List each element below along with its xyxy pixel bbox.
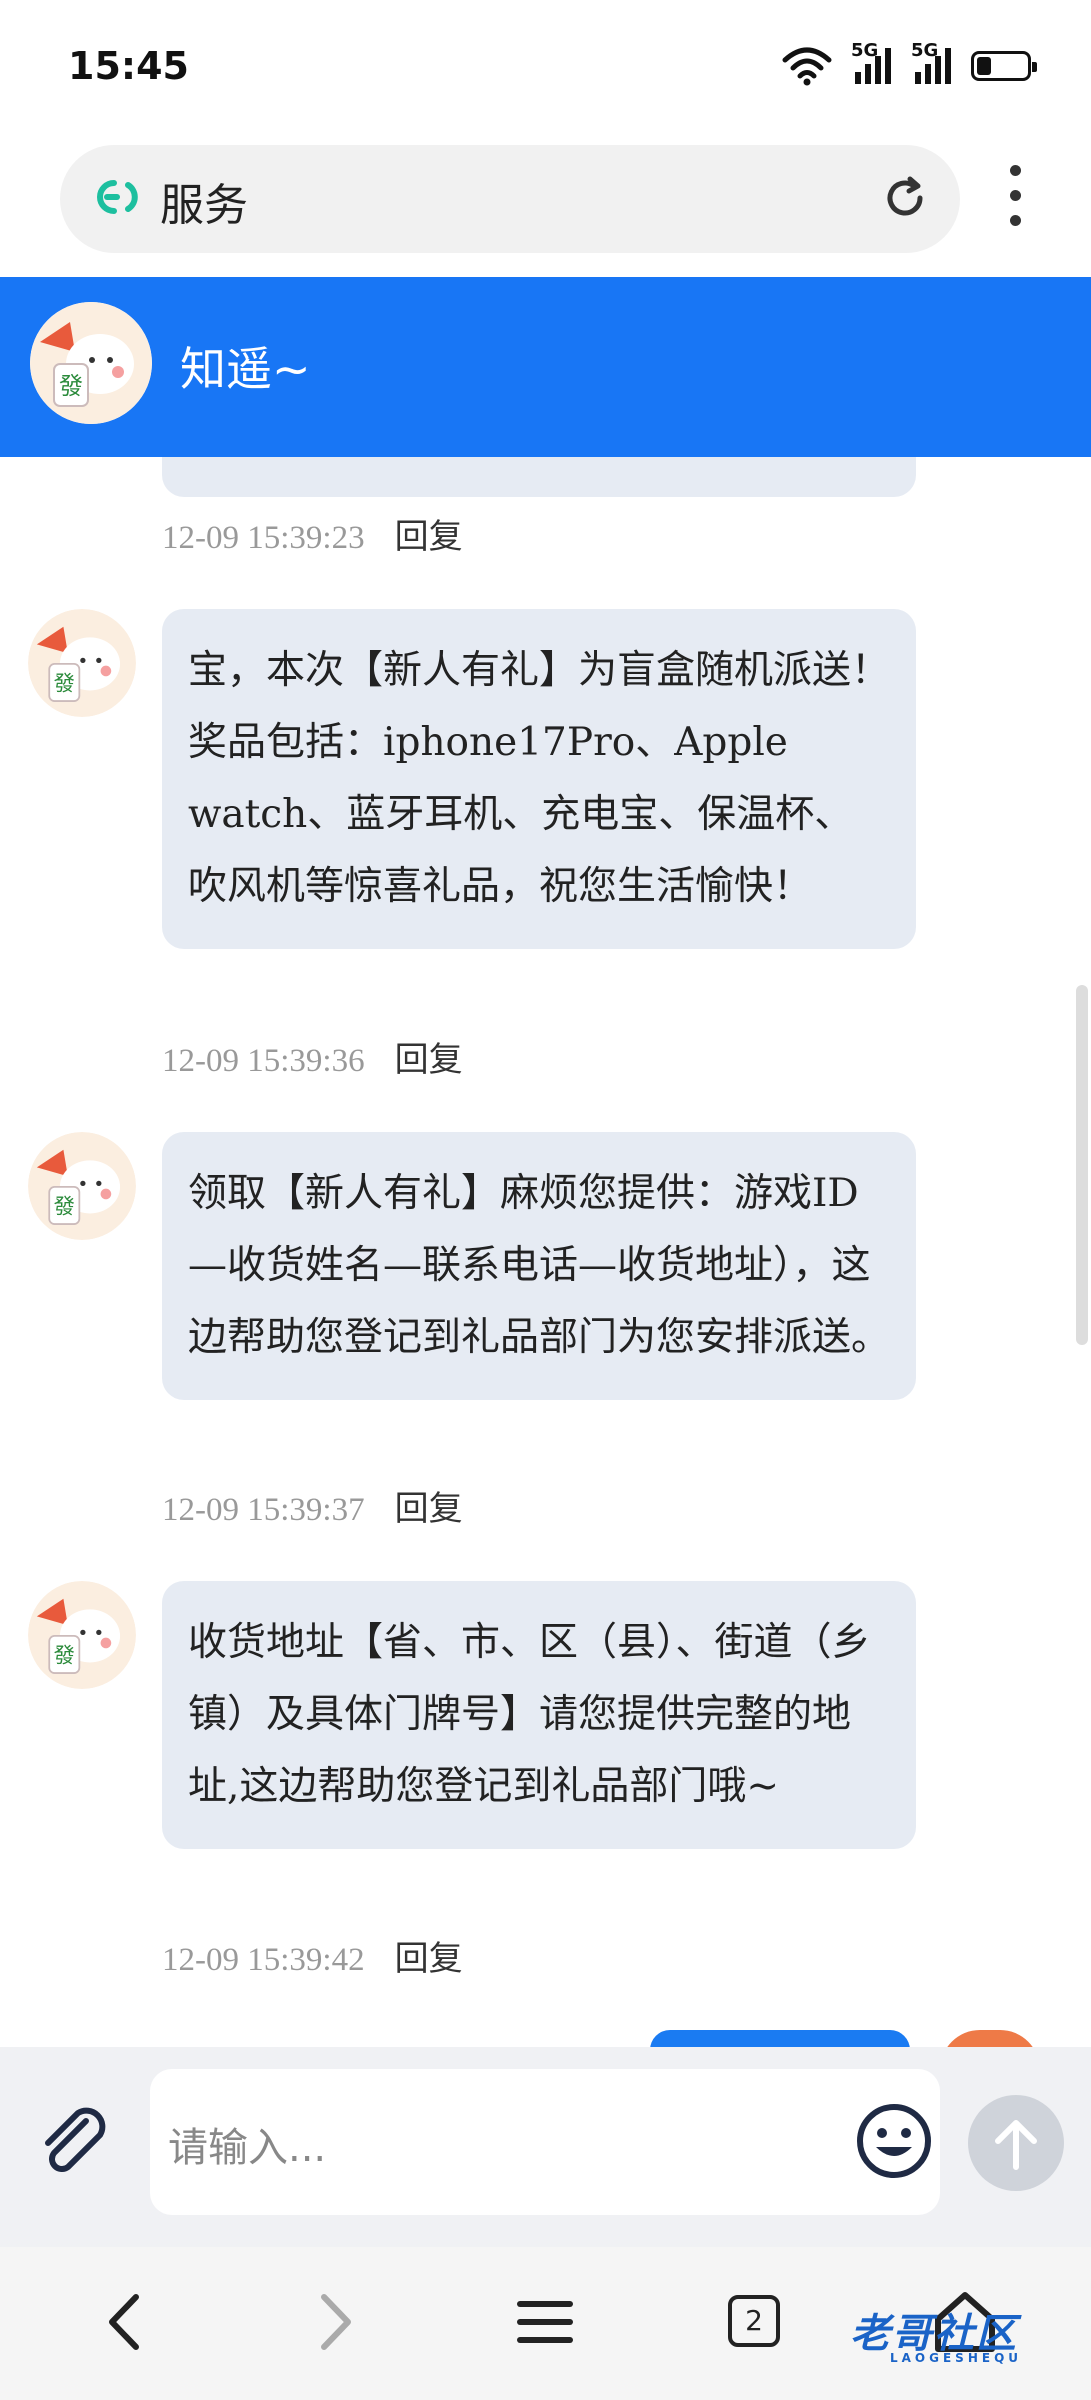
avatar[interactable]: 發 bbox=[28, 1581, 136, 1689]
site-logo-icon bbox=[90, 177, 148, 221]
message-timestamp: 12-09 15:39:36 bbox=[162, 1043, 365, 1079]
svg-text:發: 發 bbox=[54, 1643, 75, 1668]
back-icon[interactable] bbox=[100, 2287, 150, 2361]
input-bar: 请输入... bbox=[0, 2047, 1091, 2247]
avatar[interactable]: 發 bbox=[30, 302, 152, 424]
more-menu-icon[interactable] bbox=[1000, 165, 1030, 235]
menu-icon[interactable] bbox=[515, 2287, 575, 2361]
message-timestamp: 12-09 15:39:42 bbox=[162, 1942, 365, 1978]
message-text: 领取【新人有礼】麻烦您提供：游戏ID—收货姓名—联系电话—收货地址），这边帮助您… bbox=[188, 1171, 891, 1360]
watermark: 老哥社区 LAOGESHEQU bbox=[850, 2301, 1018, 2365]
emoji-icon[interactable] bbox=[854, 2101, 934, 2185]
chat-header: 發 知遥~ bbox=[0, 277, 1091, 457]
message-bubble: 领取【新人有礼】麻烦您提供：游戏ID—收货姓名—联系电话—收货地址），这边帮助您… bbox=[162, 1132, 916, 1400]
avatar[interactable]: 發 bbox=[28, 1132, 136, 1240]
status-bar: 15:45 5G 5G bbox=[0, 0, 1091, 140]
tabs-count: 2 bbox=[728, 2295, 780, 2347]
svg-text:發: 發 bbox=[54, 671, 75, 696]
message-list[interactable]: 12-09 15:39:23 回复 發 宝，本次【新人有礼】为盲盒随机派送！奖品包… bbox=[0, 457, 1091, 2047]
message-bubble bbox=[162, 457, 916, 497]
status-time: 15:45 bbox=[68, 44, 189, 88]
message-text: 宝，本次【新人有礼】为盲盒随机派送！奖品包括：iphone17Pro、Apple… bbox=[188, 648, 891, 909]
message-timestamp: 12-09 15:39:37 bbox=[162, 1492, 365, 1528]
status-icons: 5G 5G bbox=[781, 40, 1037, 86]
reply-button[interactable]: 回复 bbox=[395, 1489, 463, 1529]
reply-button[interactable]: 回复 bbox=[395, 1040, 463, 1080]
message-timestamp: 12-09 15:39:23 bbox=[162, 520, 365, 556]
address-bar[interactable]: 服务 bbox=[60, 145, 960, 253]
forward-icon[interactable] bbox=[310, 2287, 360, 2361]
reload-icon[interactable] bbox=[880, 173, 930, 227]
send-button[interactable] bbox=[968, 2095, 1064, 2191]
reply-button[interactable]: 回复 bbox=[395, 1939, 463, 1979]
message-text: 收货地址【省、市、区（县）、街道（乡镇）及具体门牌号】请您提供完整的地址,这边帮… bbox=[188, 1620, 871, 1809]
message-meta: 12-09 15:39:23 回复 bbox=[162, 509, 463, 558]
message-bubble: 收货地址【省、市、区（县）、街道（乡镇）及具体门牌号】请您提供完整的地址,这边帮… bbox=[162, 1581, 916, 1849]
avatar[interactable]: 發 bbox=[28, 609, 136, 717]
input-placeholder: 请输入... bbox=[168, 2125, 327, 2171]
battery-icon bbox=[971, 51, 1037, 81]
message-meta: 12-09 15:39:37 回复 bbox=[162, 1481, 463, 1530]
watermark-subtext: LAOGESHEQU bbox=[890, 2351, 1023, 2365]
wifi-icon bbox=[781, 46, 833, 86]
signal-icon: 5G bbox=[851, 40, 893, 86]
svg-text:發: 發 bbox=[54, 1194, 75, 1219]
message-bubble: 宝，本次【新人有礼】为盲盒随机派送！奖品包括：iphone17Pro、Apple… bbox=[162, 609, 916, 949]
message-input[interactable]: 请输入... bbox=[150, 2069, 940, 2215]
svg-text:發: 發 bbox=[59, 372, 83, 400]
tabs-button[interactable]: 2 bbox=[728, 2295, 780, 2347]
reply-button[interactable]: 回复 bbox=[395, 517, 463, 557]
message-meta: 12-09 15:39:36 回复 bbox=[162, 1032, 463, 1081]
scrollbar[interactable] bbox=[1076, 985, 1088, 1345]
attachment-icon[interactable] bbox=[34, 2103, 114, 2187]
message-meta: 12-09 15:39:42 回复 bbox=[162, 1931, 463, 1980]
contact-name: 知遥~ bbox=[180, 342, 311, 396]
page-title: 服务 bbox=[160, 180, 248, 231]
signal-icon: 5G bbox=[911, 40, 953, 86]
browser-bottom-nav: 2 老哥社区 LAOGESHEQU bbox=[0, 2247, 1091, 2400]
